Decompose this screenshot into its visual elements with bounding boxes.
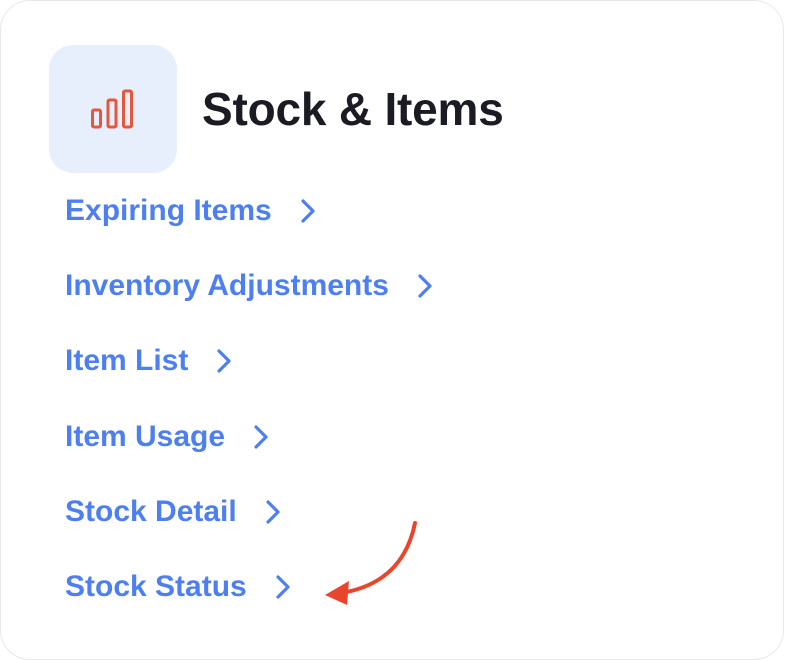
reports-card: Stock & Items Expiring Items Inventory A… [0, 0, 784, 660]
link-inventory-adjustments[interactable]: Inventory Adjustments [65, 267, 433, 305]
list-item: Item List [65, 342, 433, 417]
list-item: Inventory Adjustments [65, 267, 433, 342]
list-item: Expiring Items [65, 192, 433, 267]
chevron-right-icon [254, 424, 268, 449]
link-item-list[interactable]: Item List [65, 342, 232, 380]
chevron-right-icon [266, 500, 280, 524]
link-stock-detail[interactable]: Stock Detail [65, 493, 281, 531]
link-label: Expiring Items [65, 194, 272, 227]
chevron-right-icon [276, 575, 290, 599]
chevron-right-icon [418, 274, 432, 298]
link-item-usage[interactable]: Item Usage [65, 418, 269, 456]
category-icon-tile [49, 45, 177, 173]
link-label: Item List [65, 344, 189, 378]
link-stock-status[interactable]: Stock Status [65, 568, 291, 606]
link-expiring-items[interactable]: Expiring Items [65, 192, 316, 230]
link-label: Stock Status [65, 569, 247, 603]
link-label: Inventory Adjustments [65, 269, 389, 303]
section-title: Stock & Items [202, 83, 504, 135]
link-label: Item Usage [65, 419, 226, 453]
link-label: Stock Detail [65, 494, 237, 528]
curved-arrow-icon [325, 521, 417, 605]
list-item: Item Usage [65, 418, 433, 493]
chevron-right-icon [301, 199, 315, 223]
bar-chart-icon [91, 89, 133, 129]
chevron-right-icon [217, 349, 231, 373]
